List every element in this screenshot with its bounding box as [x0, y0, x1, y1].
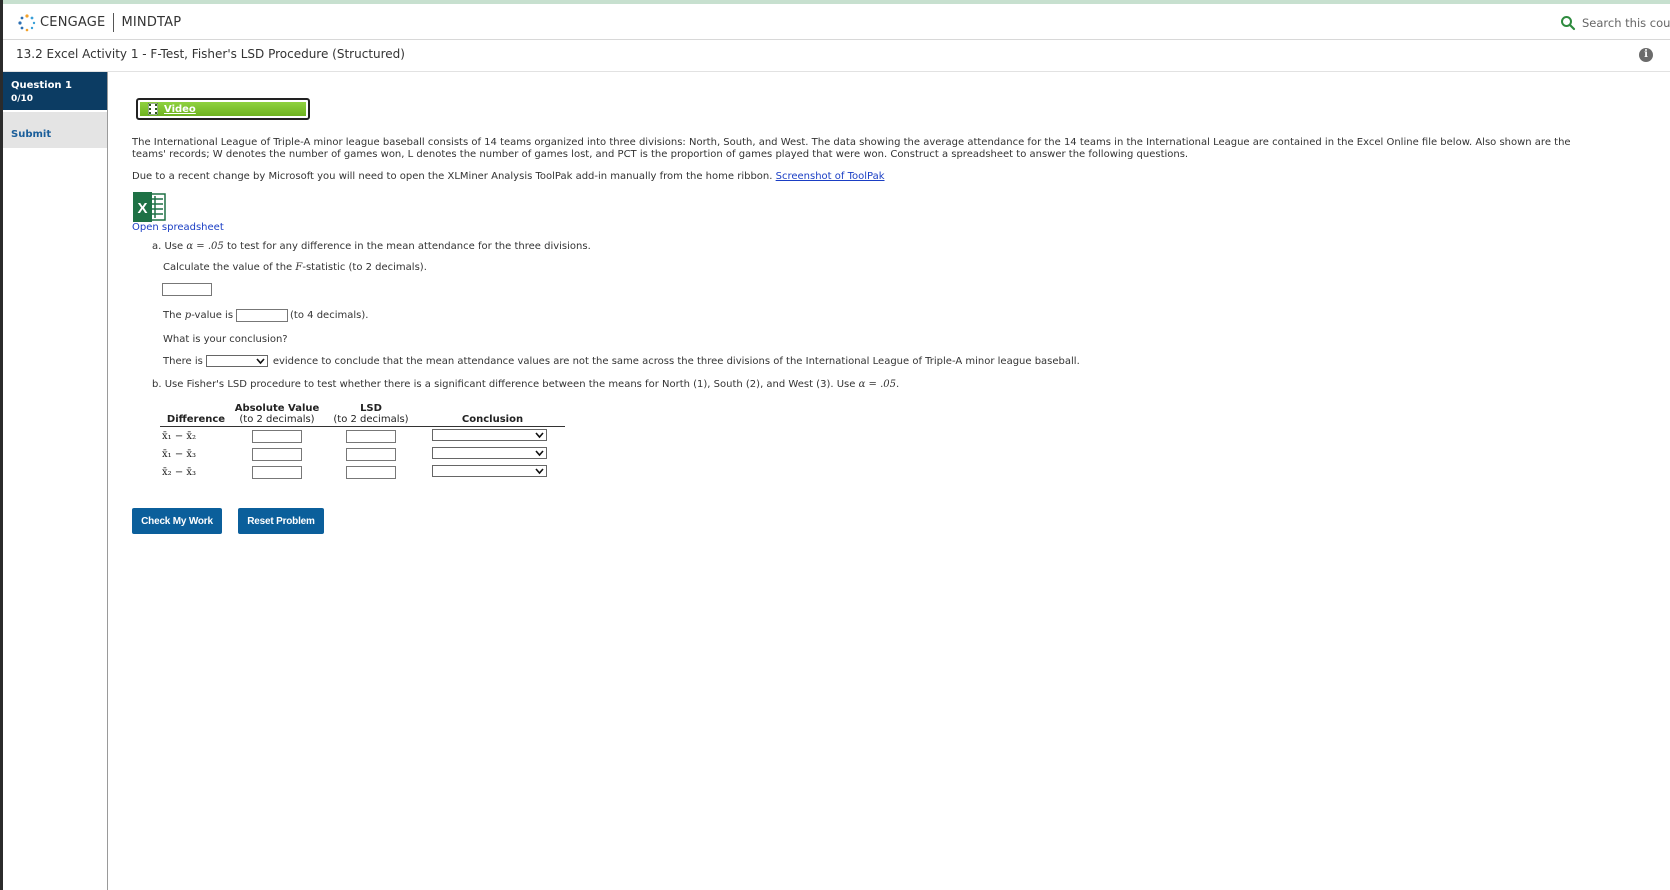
col-conclusion: Conclusion [420, 403, 565, 427]
conclusion-select[interactable] [432, 464, 547, 477]
table-header-row: Difference Absolute Value (to 2 decimals… [160, 403, 565, 427]
difference-cell: x̄₂ − x̄₃ [162, 466, 197, 478]
question-label: Question 1 [11, 80, 72, 91]
conclusion-select[interactable] [432, 428, 547, 441]
submit-label: Submit [11, 129, 52, 140]
question-score: 0/10 [11, 94, 34, 104]
reset-problem-button[interactable]: Reset Problem [238, 508, 324, 534]
pvalue-suffix: (to 4 decimals). [290, 310, 369, 321]
problem-intro: The International League of Triple-A min… [132, 137, 1571, 160]
excel-icon[interactable]: X [132, 192, 167, 222]
search-icon[interactable] [1560, 15, 1576, 31]
check-my-work-button[interactable]: Check My Work [132, 508, 222, 534]
conclusion-cell [420, 427, 565, 446]
search-box[interactable] [1560, 12, 1670, 34]
lsd-sub: (to 2 decimals) [333, 414, 409, 425]
lsd-cell [322, 463, 420, 481]
svg-text:X: X [137, 200, 147, 217]
evidence-text: evidence to conclude that the mean atten… [272, 355, 1080, 367]
part-b-question: b. Use Fisher's LSD procedure to test wh… [152, 379, 899, 390]
there-is-label: There is [163, 355, 203, 367]
abs-sub: (to 2 decimals) [239, 414, 315, 425]
evidence-select[interactable] [205, 355, 268, 367]
lsd-cell [322, 445, 420, 463]
evidence-row: There is evidence to conclude that the m… [163, 355, 1080, 367]
open-spreadsheet-link[interactable]: Open spreadsheet [132, 222, 224, 233]
info-icon[interactable]: i [1639, 48, 1653, 62]
difference-cell: x̄₁ − x̄₂ [162, 430, 197, 442]
difference-cell: x̄₁ − x̄₃ [162, 448, 197, 460]
toolpak-note: Due to a recent change by Microsoft you … [132, 171, 885, 182]
video-button-fill: Video [140, 102, 306, 116]
f-statistic-prompt: Calculate the value of the F-statistic (… [163, 262, 427, 273]
calc-prefix: Calculate the value of the [163, 262, 293, 273]
video-button[interactable]: Video [136, 98, 310, 120]
conclusion-cell [420, 463, 565, 481]
lsd-input[interactable] [346, 429, 396, 443]
conclusion-question: What is your conclusion? [163, 334, 288, 345]
part-a-question: a. Use α = .05 to test for any differenc… [152, 241, 591, 252]
lsd-input[interactable] [346, 447, 396, 461]
conclusion-select[interactable] [432, 446, 547, 459]
abs-cell [232, 427, 322, 446]
lsd-input[interactable] [346, 465, 396, 479]
chevron-down-icon [256, 358, 265, 365]
col-absolute-value: Absolute Value (to 2 decimals) [232, 403, 322, 427]
sidebar-item-submit[interactable]: Submit [3, 112, 107, 148]
brand-divider [113, 13, 115, 32]
brand-name: CENGAGE [40, 15, 106, 30]
search-input[interactable] [1582, 16, 1670, 30]
lsd-cell [322, 427, 420, 446]
cengage-logo-icon [18, 13, 36, 31]
app-header: CENGAGE MINDTAP [3, 4, 1670, 40]
absolute-value-input[interactable] [252, 429, 302, 443]
page-title: 13.2 Excel Activity 1 - F-Test, Fisher's… [16, 47, 405, 61]
film-icon [148, 103, 158, 115]
conclusion-cell [420, 445, 565, 463]
f-statistic-input[interactable] [162, 283, 212, 296]
col-lsd: LSD (to 2 decimals) [322, 403, 420, 427]
p-value-input[interactable] [236, 309, 289, 322]
lsd-table: Difference Absolute Value (to 2 decimals… [160, 403, 565, 481]
brand[interactable]: CENGAGE MINDTAP [18, 13, 181, 32]
table-row: x̄₁ − x̄₃ [160, 445, 565, 463]
chevron-down-icon [535, 431, 544, 438]
abs-cell [232, 463, 322, 481]
abs-cell [232, 445, 322, 463]
video-label: Video [164, 103, 196, 115]
toolpak-screenshot-link[interactable]: Screenshot of ToolPak [776, 171, 885, 182]
part-a-suffix: to test for any difference in the mean a… [226, 241, 591, 252]
absolute-value-input[interactable] [252, 465, 302, 479]
alpha-expression: α = .05 [186, 241, 224, 252]
alpha-expression-b: α = .05. [858, 379, 900, 390]
pvalue-mid: -value is [191, 310, 234, 321]
absolute-value-input[interactable] [252, 447, 302, 461]
table-row: x̄₂ − x̄₃ [160, 463, 565, 481]
lsd-title: LSD [360, 403, 382, 414]
sidebar-item-question-1[interactable]: Question 1 0/10 [3, 72, 107, 110]
question-sidebar: Question 1 0/10 Submit [3, 72, 108, 890]
abs-title: Absolute Value [234, 403, 320, 414]
part-b-text: b. Use Fisher's LSD procedure to test wh… [152, 379, 856, 390]
chevron-down-icon [535, 467, 544, 474]
part-a-prefix: a. Use [152, 241, 184, 252]
p-value-row: The p -value is (to 4 decimals). [163, 309, 368, 322]
product-name: MINDTAP [121, 15, 182, 30]
chevron-down-icon [535, 449, 544, 456]
toolpak-text: Due to a recent change by Microsoft you … [132, 171, 773, 182]
col-difference: Difference [160, 403, 232, 427]
pvalue-prefix: The [163, 310, 182, 321]
activity-titlebar: 13.2 Excel Activity 1 - F-Test, Fisher's… [3, 40, 1670, 72]
table-row: x̄₁ − x̄₂ [160, 427, 565, 446]
calc-suffix: -statistic (to 2 decimals). [302, 262, 427, 273]
